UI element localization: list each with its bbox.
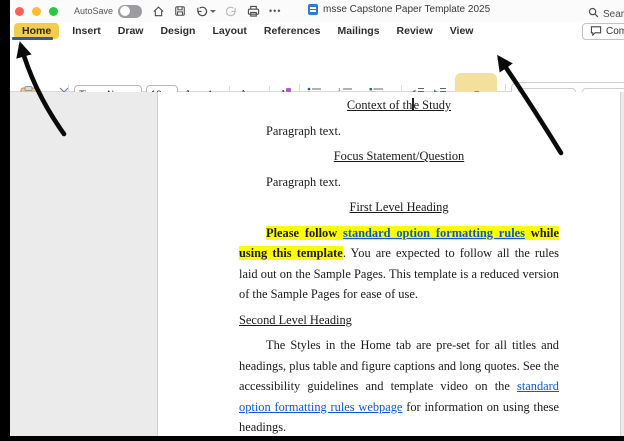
document-area: Context of the Study Paragraph text. Foc…	[10, 92, 624, 436]
formatting-rules-link[interactable]: standard option formatting rules	[343, 225, 525, 240]
zoom-button[interactable]	[49, 6, 58, 16]
autosave-toggle[interactable]	[118, 4, 143, 18]
heading-context-of-study: Context of the Study	[346, 98, 452, 112]
heading-focus-statement: Focus Statement/Question	[333, 149, 465, 163]
search-icon	[588, 5, 599, 23]
paragraph-text-2: Paragraph text.	[266, 174, 342, 189]
comments-label: Comme	[606, 26, 624, 37]
autosave-label: AutoSave	[74, 6, 114, 16]
document-title: msse Capstone Paper Template 2025	[323, 4, 491, 15]
comment-bubble-icon	[590, 25, 602, 39]
tab-layout[interactable]: Layout	[212, 25, 246, 37]
tab-draw[interactable]: Draw	[118, 25, 144, 37]
comments-button[interactable]: Comme	[582, 23, 624, 40]
search-label: Search	[603, 8, 624, 20]
undo-icon[interactable]	[195, 5, 217, 17]
tab-references[interactable]: References	[264, 25, 321, 37]
ribbon-tabs: Home Insert Draw Design Layout Reference…	[10, 22, 624, 40]
paragraph-styles-info: The Styles in the Home tab are pre-set f…	[239, 338, 560, 434]
more-commands-icon[interactable]: •••	[269, 6, 281, 16]
home-icon[interactable]	[152, 5, 165, 18]
paragraph-text-1: Paragraph text.	[266, 123, 342, 138]
print-icon[interactable]	[247, 5, 260, 17]
tab-mailings[interactable]: Mailings	[338, 25, 380, 37]
minimize-button[interactable]	[32, 6, 41, 16]
word-window: AutoSave ••• msse Capstone Paper Templat…	[10, 0, 624, 436]
document-page[interactable]: Context of the Study Paragraph text. Foc…	[157, 92, 621, 436]
tab-review[interactable]: Review	[397, 25, 433, 37]
close-button[interactable]	[15, 6, 24, 16]
tab-design[interactable]: Design	[160, 25, 195, 37]
heading-second-level: Second Level Heading	[239, 312, 352, 327]
traffic-lights	[15, 6, 58, 16]
undo-dropdown-chevron[interactable]	[210, 9, 217, 13]
save-icon[interactable]	[174, 5, 186, 17]
heading-first-level: First Level Heading	[349, 200, 449, 214]
title-bar: AutoSave ••• msse Capstone Paper Templat…	[10, 0, 624, 22]
ribbon: Paste Times New... 12 A	[10, 40, 624, 143]
paragraph-template-rules: Please follow standard option formatting…	[239, 225, 560, 301]
document-content: Context of the Study Paragraph text. Foc…	[158, 92, 620, 436]
tab-view[interactable]: View	[450, 25, 474, 37]
search-control[interactable]: Search	[588, 5, 624, 23]
word-document-icon	[308, 4, 318, 15]
tab-insert[interactable]: Insert	[72, 25, 101, 37]
redo-icon	[225, 5, 238, 17]
